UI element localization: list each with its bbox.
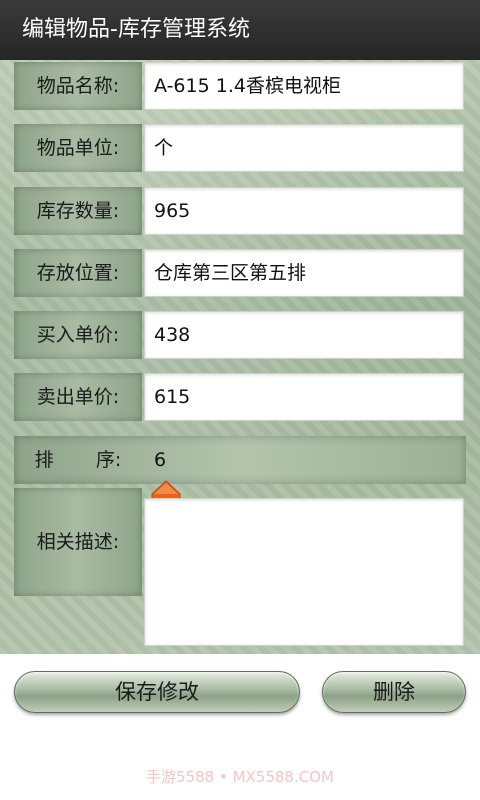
- stock-quantity-label: 库存数量:: [14, 187, 142, 235]
- delete-button[interactable]: 删除: [322, 671, 466, 713]
- sort-input[interactable]: 6: [154, 436, 166, 484]
- app-title: 编辑物品-库存管理系统: [22, 17, 250, 42]
- sort-row: 排 序: 6: [14, 436, 466, 484]
- description-textarea[interactable]: [144, 498, 464, 646]
- stock-quantity-input[interactable]: 965: [144, 187, 464, 235]
- sort-label: 排 序:: [34, 449, 122, 471]
- save-button[interactable]: 保存修改: [14, 671, 300, 713]
- watermark: 手游5588 • MX5588.COM: [146, 768, 334, 786]
- buy-price-input[interactable]: 438: [144, 311, 464, 359]
- storage-location-label: 存放位置:: [14, 249, 142, 297]
- item-name-input[interactable]: A-615 1.4香槟电视柜: [144, 62, 464, 110]
- title-bar: 编辑物品-库存管理系统: [0, 0, 480, 61]
- item-unit-label: 物品单位:: [14, 124, 142, 172]
- storage-location-input[interactable]: 仓库第三区第五排: [144, 249, 464, 297]
- sell-price-input[interactable]: 615: [144, 373, 464, 421]
- description-label: 相关描述:: [14, 488, 142, 596]
- sell-price-label: 卖出单价:: [14, 373, 142, 421]
- buy-price-label: 买入单价:: [14, 311, 142, 359]
- item-name-label: 物品名称:: [14, 62, 142, 110]
- item-unit-input[interactable]: 个: [144, 124, 464, 172]
